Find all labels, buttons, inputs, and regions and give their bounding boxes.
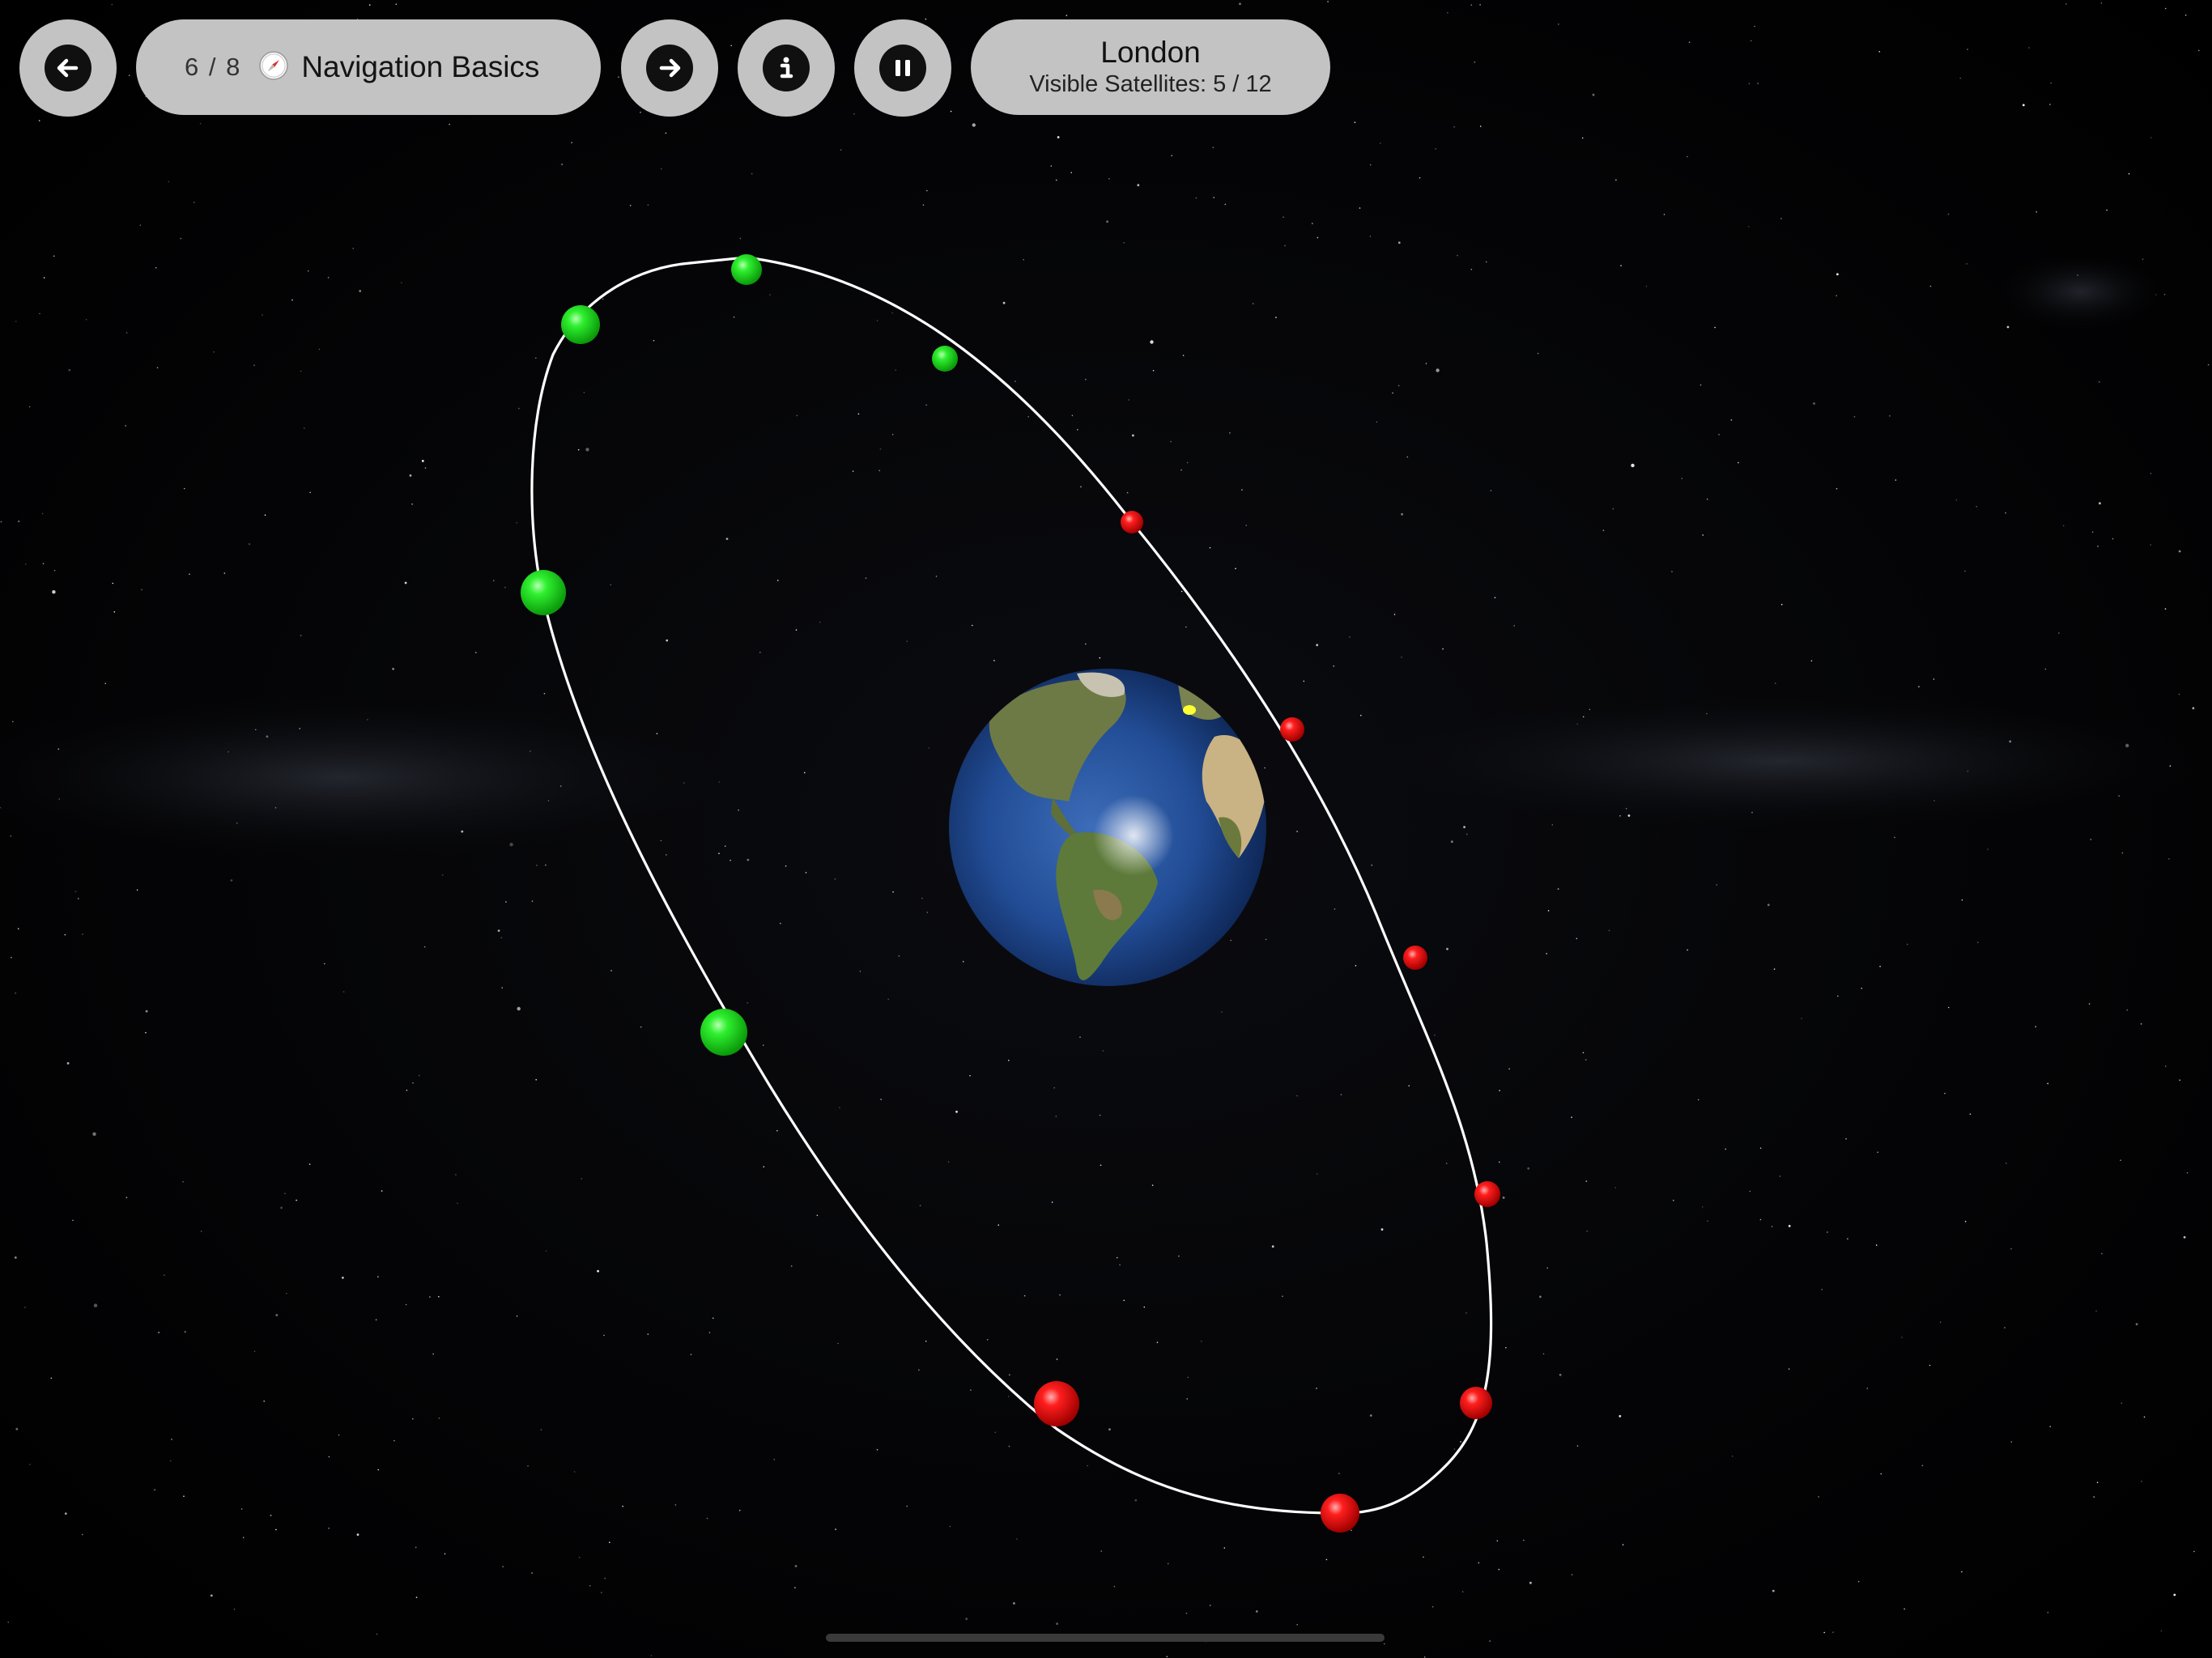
visible-satellites-count: Visible Satellites: 5 / 12: [1029, 71, 1272, 97]
satellite-not-visible[interactable]: [1460, 1387, 1492, 1419]
info-button[interactable]: [738, 19, 835, 117]
home-indicator[interactable]: [826, 1634, 1385, 1642]
lesson-counter: 6 / 8: [185, 53, 242, 81]
pause-button[interactable]: [854, 19, 951, 117]
earth-globe[interactable]: [939, 664, 1279, 1004]
satellite-visible[interactable]: [561, 305, 600, 344]
satellite-visible[interactable]: [731, 254, 762, 285]
satellite-not-visible[interactable]: [1474, 1181, 1500, 1207]
compass-icon: [257, 49, 290, 86]
location-name: London: [1100, 36, 1201, 69]
lesson-selector[interactable]: 6 / 8 Navigation Basics: [136, 19, 601, 115]
satellite-not-visible[interactable]: [1034, 1381, 1079, 1426]
observer-location-marker: [1183, 705, 1196, 715]
satellite-not-visible[interactable]: [1121, 511, 1143, 534]
pause-icon: [879, 45, 926, 91]
back-button[interactable]: [19, 19, 117, 117]
satellite-visible[interactable]: [521, 570, 566, 615]
satellite-not-visible[interactable]: [1321, 1494, 1359, 1533]
info-icon: [763, 45, 810, 91]
satellite-visible[interactable]: [700, 1009, 747, 1056]
satellite-visible[interactable]: [932, 346, 958, 372]
lesson-title: Navigation Basics: [301, 50, 540, 83]
space-scene[interactable]: 6 / 8 Navigation Basics London Visible S…: [0, 0, 2212, 1658]
satellite-not-visible[interactable]: [1403, 946, 1427, 970]
arrow-right-icon: [646, 45, 693, 91]
space-background: [0, 1, 2212, 1658]
location-selector[interactable]: London Visible Satellites: 5 / 12: [971, 19, 1330, 115]
next-button[interactable]: [621, 19, 718, 117]
arrow-left-icon: [45, 45, 91, 91]
satellite-not-visible[interactable]: [1280, 717, 1304, 742]
